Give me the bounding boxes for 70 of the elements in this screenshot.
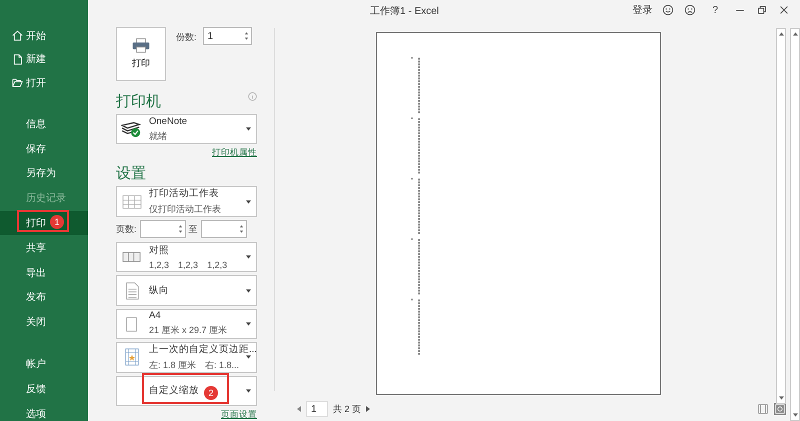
- scroll-down-icon[interactable]: [778, 396, 784, 400]
- zoom-to-page-icon[interactable]: [774, 403, 786, 415]
- settings-dropdown[interactable]: 对照 1,2,3 1,2,3 1,2,3: [116, 242, 257, 272]
- sidebar-item[interactable]: 信息: [0, 112, 88, 136]
- caret-icon: [246, 388, 251, 393]
- callout-frame: [17, 210, 69, 232]
- sidebar-item[interactable]: 打开: [0, 71, 88, 94]
- help-button[interactable]: ?: [706, 4, 724, 16]
- sign-in-link[interactable]: 登录: [632, 3, 652, 17]
- section-heading: 设置: [116, 165, 147, 184]
- step-badge: 2: [204, 386, 218, 400]
- close-icon[interactable]: [778, 4, 790, 16]
- sidebar-item[interactable]: 新建: [0, 48, 88, 71]
- sidebar-item[interactable]: 开始: [0, 24, 88, 48]
- settings-dropdown[interactable]: 打印活动工作表 仅打印活动工作表: [116, 186, 257, 218]
- grid-icon: [121, 192, 143, 211]
- restore-icon[interactable]: [756, 4, 768, 16]
- window-title: 工作簿1 - Excel: [370, 5, 439, 18]
- previous-page-icon[interactable]: [297, 406, 301, 412]
- scroll-up-icon[interactable]: [792, 32, 798, 36]
- sidebar-item[interactable]: 保存: [0, 136, 88, 162]
- scrollbar[interactable]: [790, 28, 800, 421]
- caret-icon: [246, 355, 251, 360]
- step-badge: 1: [50, 214, 64, 229]
- page-count: 共 2 页: [333, 402, 362, 416]
- next-page-icon[interactable]: [366, 406, 370, 412]
- frown-icon[interactable]: [684, 4, 696, 16]
- sidebar-item[interactable]: 发布: [0, 285, 88, 310]
- sidebar-item[interactable]: 关闭: [0, 310, 88, 335]
- caret-icon: [246, 127, 251, 132]
- page-to-field[interactable]: [200, 220, 247, 238]
- folder-icon: [12, 77, 23, 88]
- printer-dropdown[interactable]: OneNote 就绪: [116, 114, 257, 144]
- home-icon: [12, 30, 23, 42]
- sidebar-item[interactable]: 导出: [0, 260, 88, 286]
- scroll-up-icon[interactable]: [778, 32, 784, 36]
- caret-icon: [246, 288, 251, 292]
- settings-dropdown[interactable]: 上一次的自定义页边距... 左: 1.8 厘米 右: 1.8...: [116, 342, 257, 373]
- spinner-arrows-icon: [238, 224, 244, 234]
- smiley-icon[interactable]: [662, 4, 674, 16]
- sidebar-item[interactable]: 共享: [0, 235, 88, 260]
- margins-toggle-icon[interactable]: [757, 403, 769, 415]
- page-number-field[interactable]: 1: [306, 401, 328, 417]
- copies-field[interactable]: 1: [202, 27, 252, 45]
- page-from-field[interactable]: [140, 220, 186, 238]
- pages-label: 页数:: [116, 223, 137, 236]
- settings-dropdown[interactable]: 纵向: [116, 275, 257, 306]
- copies-label: 份数:: [176, 31, 197, 44]
- section-heading: 打印机: [116, 93, 161, 111]
- print-button[interactable]: 打印: [116, 27, 166, 81]
- settings-dropdown[interactable]: A4 21 厘米 x 29.7 厘米: [116, 308, 257, 339]
- page-setup-link[interactable]: 页面设置: [221, 409, 257, 421]
- sidebar-item[interactable]: 选项: [0, 401, 88, 421]
- scrollbar[interactable]: [776, 28, 786, 404]
- sidebar-item[interactable]: 打印 1: [0, 210, 88, 236]
- printer-properties-link[interactable]: 打印机属性: [212, 147, 257, 160]
- caret-icon: [246, 255, 251, 260]
- sidebar-item[interactable]: 帐户: [0, 352, 88, 376]
- sidebar-item[interactable]: 反馈: [0, 376, 88, 402]
- to-label: 至: [188, 223, 198, 236]
- caret-icon: [246, 322, 251, 326]
- document-icon: [12, 54, 23, 65]
- sidebar-item[interactable]: 另存为: [0, 161, 88, 186]
- spinner-arrows-icon: [244, 31, 249, 41]
- spinner-arrows-icon: [178, 224, 183, 234]
- printer-ready-icon: [121, 120, 143, 138]
- settings-dropdown[interactable]: 自定义缩放 2: [116, 376, 257, 406]
- scroll-down-icon[interactable]: [792, 413, 798, 417]
- printer-icon: [132, 38, 150, 53]
- caret-icon: [246, 200, 251, 204]
